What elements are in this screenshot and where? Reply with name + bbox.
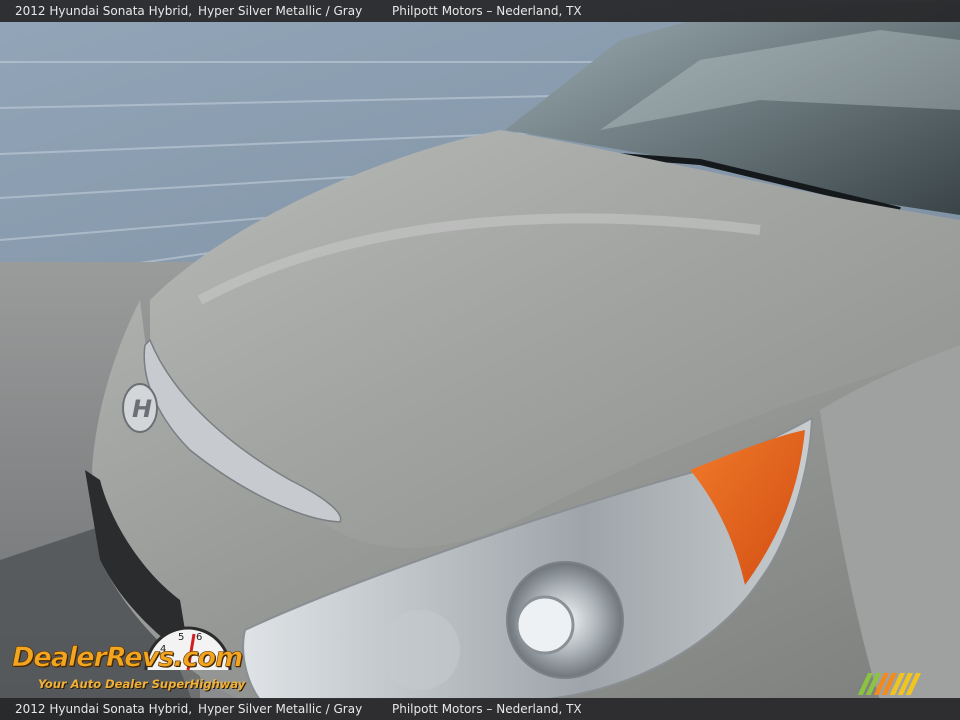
top-caption-bar: 2012 Hyundai Sonata Hybrid, Hyper Silver … [0, 0, 960, 22]
vehicle-name: 2012 Hyundai Sonata Hybrid, [15, 4, 193, 18]
headlight-projector [515, 595, 575, 655]
dealer-caption-bottom: Philpott Motors – Nederland, TX [392, 702, 582, 716]
dealerrevs-logo: 4 5 6 DealerRevs.com Your Auto Dealer Su… [10, 622, 270, 696]
hyundai-emblem: H [122, 383, 158, 433]
svg-text:H: H [132, 395, 152, 423]
logo-tagline: Your Auto Dealer SuperHighway [38, 677, 246, 691]
vehicle-caption-bottom: 2012 Hyundai Sonata Hybrid, Hyper Silver … [15, 698, 362, 720]
stripes-logo-icon [857, 673, 921, 695]
vehicle-color: Hyper Silver Metallic / Gray [198, 4, 363, 18]
vehicle-caption: 2012 Hyundai Sonata Hybrid, Hyper Silver … [15, 0, 362, 22]
vehicle-name-bottom: 2012 Hyundai Sonata Hybrid, [15, 702, 193, 716]
car-photo: H [0, 0, 960, 720]
bottom-caption-bar: 2012 Hyundai Sonata Hybrid, Hyper Silver … [0, 698, 960, 720]
logo-brand: DealerRevs.com [12, 642, 244, 674]
dealer-caption: Philpott Motors – Nederland, TX [392, 4, 582, 18]
vehicle-color-bottom: Hyper Silver Metallic / Gray [198, 702, 363, 716]
